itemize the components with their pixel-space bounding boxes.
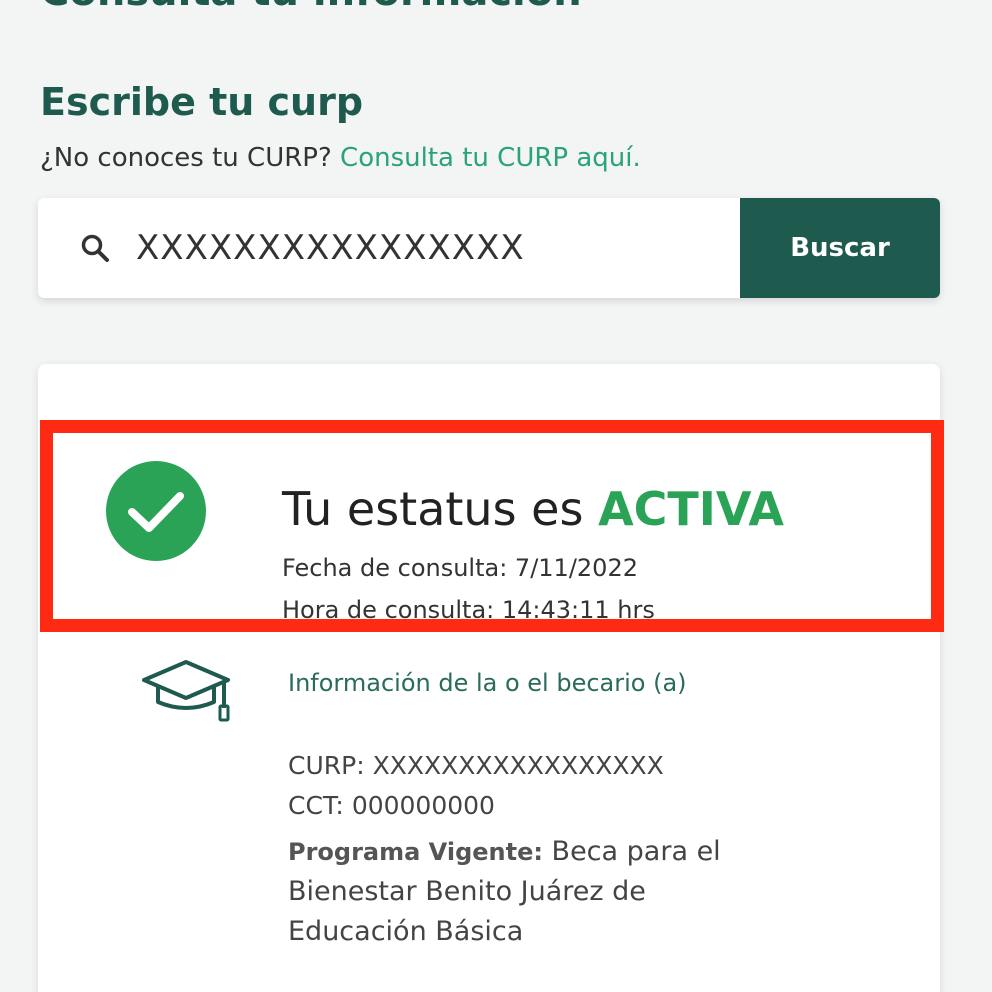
- check-circle-icon: [106, 461, 206, 561]
- cct-label: CCT:: [288, 791, 344, 820]
- curp-hint: ¿No conoces tu CURP? Consulta tu CURP aq…: [40, 140, 641, 176]
- curp-hint-text: ¿No conoces tu CURP?: [40, 143, 332, 173]
- curp-row: CURP: XXXXXXXXXXXXXXXXX: [288, 748, 664, 784]
- cct-value: 000000000: [351, 791, 495, 820]
- query-time: Hora de consulta: 14:43:11 hrs: [282, 596, 655, 624]
- search-input-wrapper: [38, 198, 740, 298]
- curp-search-input[interactable]: [134, 227, 678, 269]
- curp-label: CURP:: [288, 751, 365, 780]
- status-title: Tu estatus es ACTIVA: [282, 479, 784, 539]
- status-title-prefix: Tu estatus es: [282, 482, 584, 536]
- search-button[interactable]: Buscar: [740, 198, 940, 298]
- status-panel: Tu estatus es ACTIVA Fecha de consulta: …: [40, 420, 944, 632]
- curp-value: XXXXXXXXXXXXXXXXX: [372, 751, 664, 780]
- curp-lookup-link[interactable]: Consulta tu CURP aquí.: [340, 143, 641, 173]
- search-bar: Buscar: [38, 198, 940, 298]
- program-label: Programa Vigente:: [288, 838, 543, 866]
- page-heading: Consulta tu información: [40, 0, 582, 12]
- beneficiary-info-title: Información de la o el becario (a): [288, 669, 687, 697]
- section-title: Escribe tu curp: [40, 80, 364, 124]
- search-icon: [81, 234, 109, 262]
- query-date: Fecha de consulta: 7/11/2022: [282, 554, 638, 582]
- graduation-cap-icon: [142, 660, 230, 722]
- program-row: Programa Vigente: Beca para el Bienestar…: [288, 832, 768, 952]
- page: Consulta tu información Escribe tu curp …: [0, 0, 992, 992]
- cct-row: CCT: 000000000: [288, 788, 495, 824]
- status-value: ACTIVA: [598, 482, 784, 536]
